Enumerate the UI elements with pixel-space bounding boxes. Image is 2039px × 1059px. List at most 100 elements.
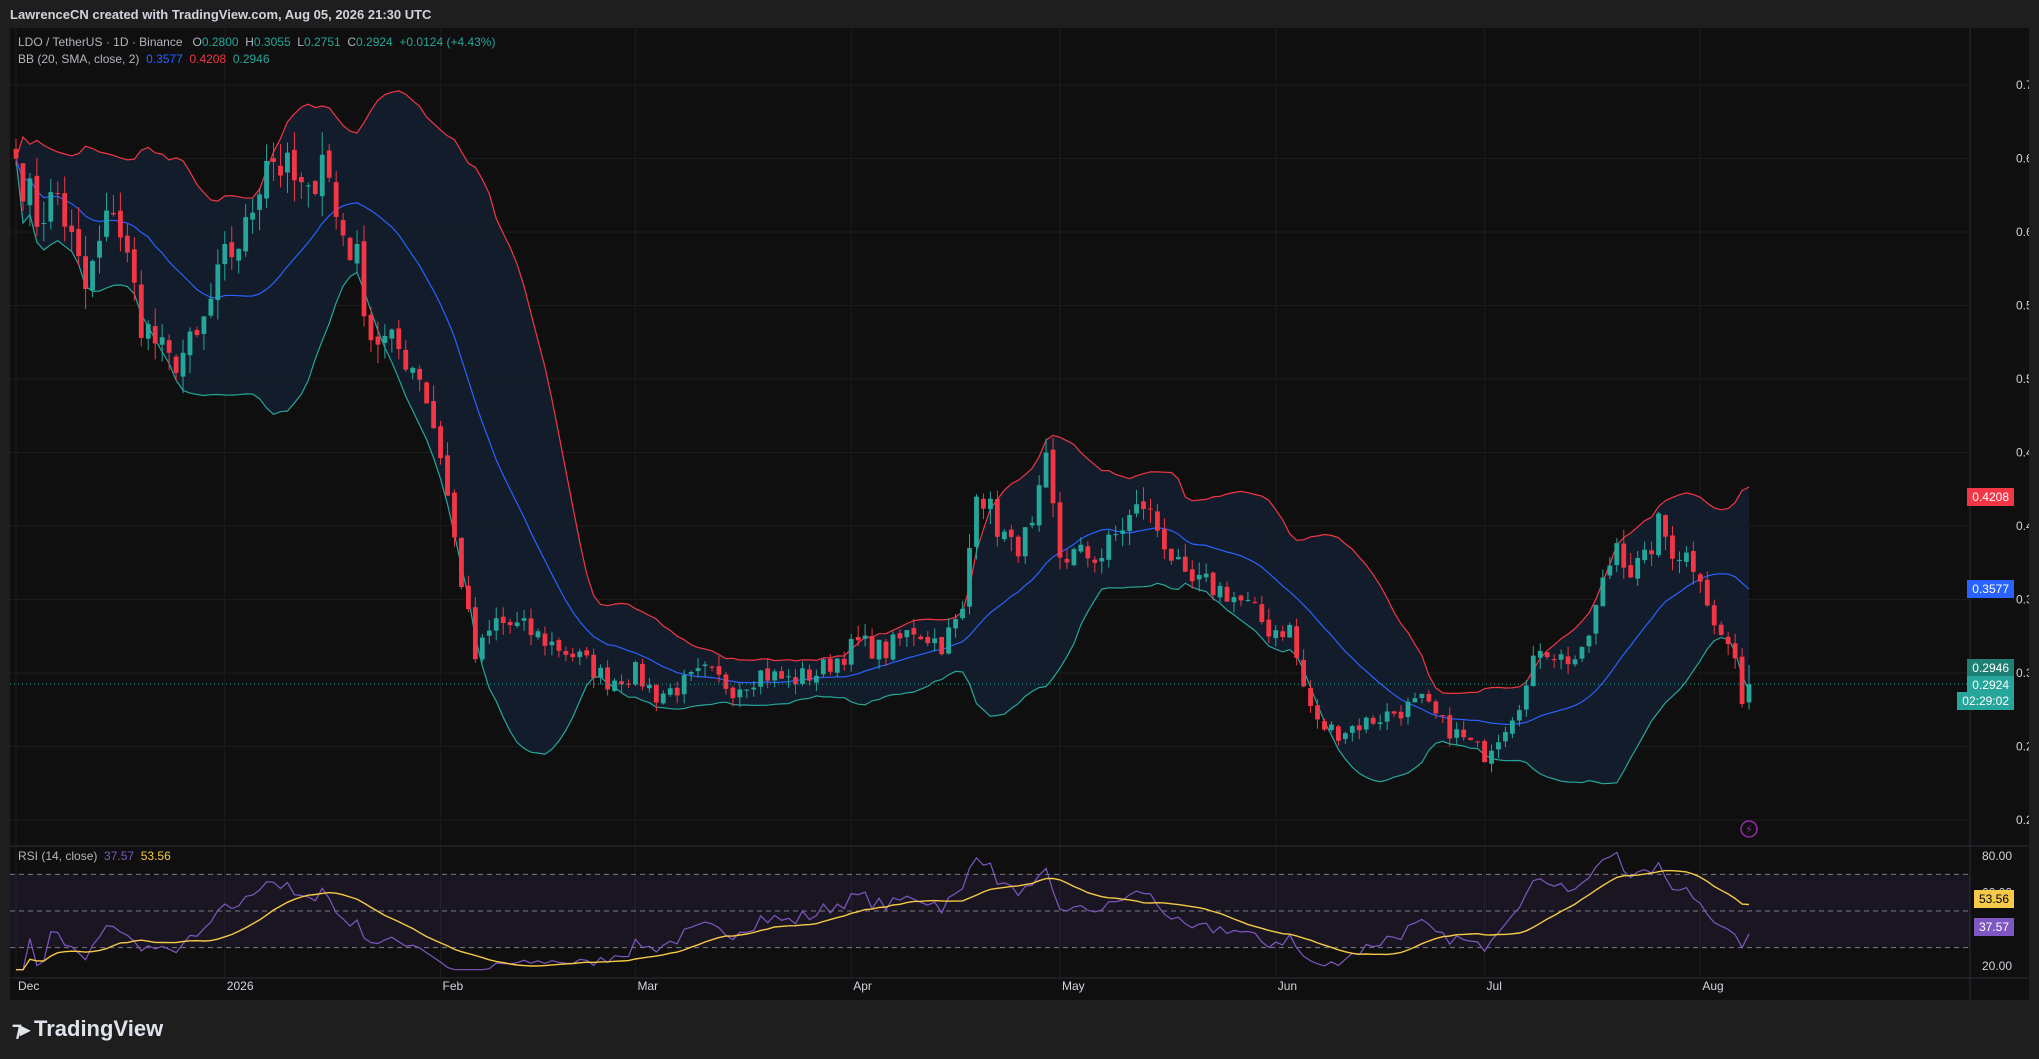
candle-body — [1746, 684, 1752, 703]
candle-body — [243, 217, 249, 252]
price-axis-label: 0.6000 — [2016, 225, 2029, 239]
candle-body — [1697, 574, 1703, 582]
candle-body — [215, 264, 221, 301]
candle-body — [1572, 659, 1578, 665]
candle-body — [834, 658, 840, 673]
bb-basis-value: 0.3577 — [146, 52, 183, 66]
time-axis-label: Mar — [637, 979, 658, 993]
candle-body — [1593, 604, 1599, 634]
candle-body — [1516, 710, 1522, 721]
candle-body — [584, 650, 590, 656]
candle-body — [1106, 534, 1112, 560]
candle-body — [960, 608, 965, 619]
rsi-axis-label: 80.00 — [1982, 849, 2012, 863]
candle-body — [521, 618, 527, 621]
bb-upper-value: 0.4208 — [189, 52, 227, 66]
candle-body — [20, 163, 26, 202]
candle-body — [1168, 548, 1174, 561]
candle-body — [201, 316, 207, 334]
tradingview-logo[interactable]: ⁊▸ TradingView — [12, 1016, 163, 1042]
candle-body — [1071, 549, 1077, 566]
candle-body — [1148, 508, 1153, 510]
candle-body — [285, 152, 290, 173]
bb-title: BB (20, SMA, close, 2) — [18, 52, 140, 66]
candle-body — [417, 368, 423, 380]
candle-body — [1607, 565, 1613, 576]
candle-body — [1461, 729, 1467, 738]
candle-body — [772, 671, 778, 681]
candle-body — [1342, 733, 1348, 740]
time-axis-label: Apr — [853, 979, 872, 993]
candle-body — [292, 149, 297, 181]
candle-body — [1496, 742, 1501, 750]
candle-body — [138, 284, 144, 338]
rsi-ma-value: 53.56 — [140, 849, 171, 863]
candle-body — [1189, 569, 1195, 582]
candle-body — [389, 329, 395, 339]
candle-body — [862, 635, 868, 639]
candle-body — [97, 240, 102, 258]
candle-body — [1544, 652, 1550, 658]
candle-body — [1113, 534, 1119, 536]
candle-body — [1182, 556, 1188, 572]
open-value: 0.2800 — [201, 35, 239, 49]
candle-body — [1280, 631, 1286, 637]
candle-body — [855, 636, 861, 641]
candle-body — [1711, 605, 1717, 626]
candle-body — [55, 193, 61, 195]
candle-body — [1217, 585, 1223, 598]
candle-body — [159, 337, 165, 345]
candle-body — [1426, 693, 1432, 702]
candle-body — [988, 498, 993, 510]
candle-body — [1099, 558, 1105, 562]
price-axis-label: 0.3000 — [2016, 666, 2029, 680]
candle-body — [83, 256, 88, 290]
candle-body — [1412, 698, 1418, 703]
candle-body — [1294, 626, 1300, 658]
candle-body — [633, 662, 638, 685]
main-legend: LDO / TetherUS · 1D · Binance O0.2800 H0… — [18, 34, 495, 68]
candle-body — [918, 636, 924, 640]
change-value: +0.0124 (+4.43%) — [399, 35, 496, 49]
candle-body — [1391, 711, 1397, 714]
candle-body — [1732, 643, 1738, 659]
candle-body — [90, 260, 95, 291]
candle-body — [145, 324, 151, 339]
bb-upper-price-tag: 0.4208 — [1967, 488, 2014, 506]
candle-body — [1162, 529, 1167, 550]
header-attribution: LawrenceCN created with TradingView.com,… — [10, 7, 432, 22]
candle-body — [340, 220, 346, 236]
candle-body — [591, 654, 597, 678]
candle-body — [445, 455, 450, 496]
candle-body — [1370, 717, 1376, 724]
candle-body — [1600, 577, 1606, 607]
price-chart-svg[interactable]: 0.7000 0.6500 0.6000 0.5500 0.5000 0.4500 0.40… — [10, 28, 2029, 1000]
candle-body — [1287, 624, 1293, 638]
candle-body — [264, 160, 269, 199]
time-axis-label: Dec — [18, 979, 39, 993]
candle-body — [1565, 656, 1571, 665]
bb-basis-price-tag: 0.3577 — [1967, 580, 2014, 598]
time-axis-label: May — [1062, 979, 1085, 993]
candle-body — [619, 681, 624, 685]
candle-body — [841, 658, 847, 665]
candle-body — [848, 638, 854, 665]
price-axis-label: 0.5000 — [2016, 372, 2029, 386]
candle-body — [667, 688, 673, 695]
price-axis-label: 0.4500 — [2016, 446, 2029, 460]
candle-body — [1252, 601, 1258, 604]
candle-body — [897, 633, 903, 639]
candle-body — [1015, 536, 1021, 557]
candle-body — [493, 618, 499, 631]
low-value: 0.2751 — [303, 35, 341, 49]
candle-body — [1308, 688, 1313, 706]
candle-body — [1301, 659, 1306, 687]
candle-body — [737, 689, 743, 698]
candle-body — [222, 243, 228, 265]
candle-body — [459, 537, 464, 588]
candle-body — [361, 241, 367, 317]
price-axis-label: 0.2500 — [2016, 740, 2029, 754]
candle-body — [1433, 701, 1439, 714]
candle-body — [793, 677, 798, 685]
chart-area[interactable]: 0.7000 0.6500 0.6000 0.5500 0.5000 0.4500 0.40… — [10, 28, 2029, 1000]
